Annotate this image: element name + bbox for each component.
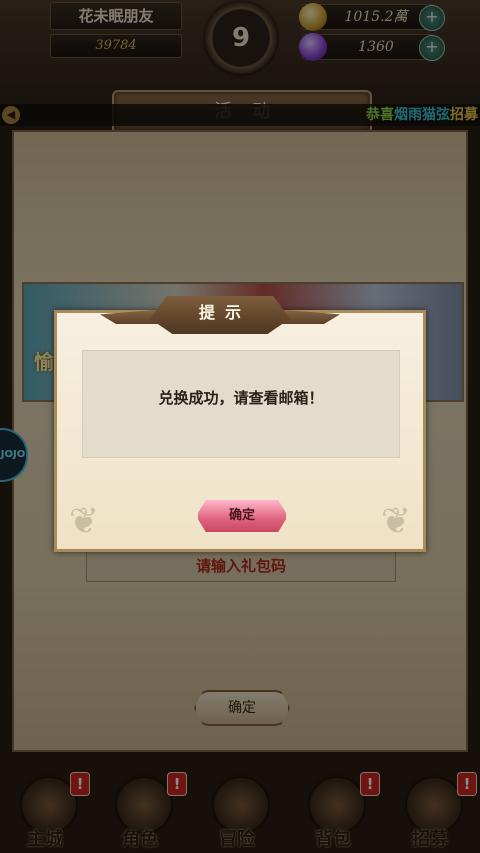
dialog-confirm-label: 确定 — [228, 508, 255, 523]
dialog-title: 提示 — [198, 303, 251, 322]
dialog-message-box: 兑换成功，请查看邮箱！ — [82, 350, 400, 458]
flourish-icon: ❦ — [380, 501, 412, 542]
dialog-message: 兑换成功，请查看邮箱！ — [158, 389, 324, 407]
dialog-confirm-button[interactable]: 确定 — [196, 498, 288, 534]
flourish-icon: ❦ — [68, 501, 100, 542]
dialog-title-ribbon: 提示 — [100, 292, 380, 340]
